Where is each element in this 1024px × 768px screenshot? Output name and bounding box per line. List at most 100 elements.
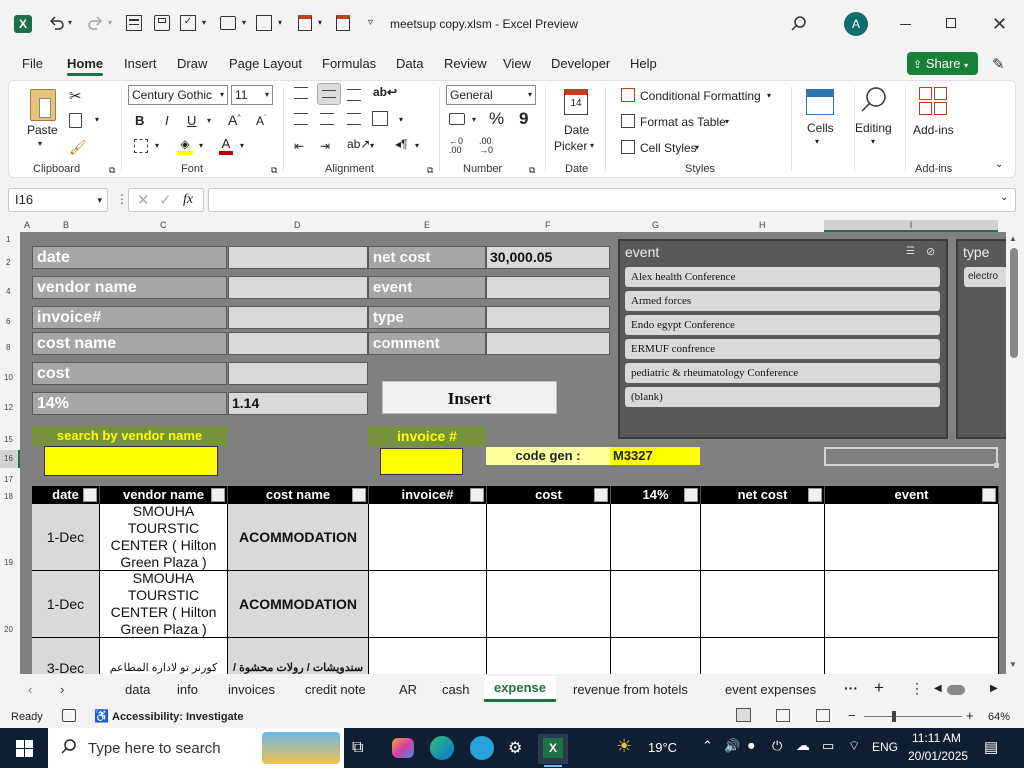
tab-formulas[interactable]: Formulas xyxy=(322,56,376,71)
calendar-icon[interactable] xyxy=(298,15,312,31)
accessibility-icon[interactable]: ♿ xyxy=(94,709,109,723)
paste-dropdown-icon[interactable]: ▾ xyxy=(38,139,42,148)
zoom-slider-thumb[interactable] xyxy=(892,711,896,722)
slicer-item[interactable]: pediatric & rheumatology Conference xyxy=(625,363,940,383)
decrease-font-icon[interactable]: Aˇ xyxy=(256,114,266,128)
event-slicer[interactable]: event ☰ ⊘ Alex health Conference Armed f… xyxy=(618,239,948,439)
normal-view-icon[interactable] xyxy=(736,708,751,722)
clear-filter-icon[interactable]: ⊘ xyxy=(926,245,935,258)
horizontal-scrollbar-thumb[interactable] xyxy=(947,685,965,695)
cells-icon[interactable] xyxy=(806,89,834,115)
edge-icon[interactable] xyxy=(430,736,454,760)
filter-dropdown-icon[interactable] xyxy=(352,488,366,502)
date-picker-label-1[interactable]: Date xyxy=(564,123,589,137)
cloud-icon[interactable]: ☁ xyxy=(796,737,810,754)
increase-indent-icon[interactable]: ⇥ xyxy=(320,139,330,153)
filter-dropdown-icon[interactable] xyxy=(211,488,225,502)
sheet-tab-data[interactable]: data xyxy=(125,682,150,697)
conditional-formatting-dropdown-icon[interactable]: ▾ xyxy=(767,91,771,100)
shape-icon[interactable] xyxy=(256,15,272,31)
column-header[interactable]: F xyxy=(545,220,551,230)
increase-font-icon[interactable]: A^ xyxy=(228,112,241,128)
alignment-launcher-icon[interactable]: ⧉ xyxy=(427,165,433,176)
table-cell-vendor[interactable]: SMOUHA TOURSTIC CENTER ( Hilton Green Pl… xyxy=(100,571,228,638)
clock-time[interactable]: 11:11 AM xyxy=(912,731,961,745)
column-header[interactable]: D xyxy=(294,220,301,230)
paste-icon[interactable] xyxy=(30,89,56,121)
user-avatar[interactable]: A xyxy=(844,12,868,36)
column-header-selected[interactable]: I xyxy=(824,220,998,232)
currency-icon[interactable] xyxy=(449,113,465,125)
comma-style-icon[interactable]: 9 xyxy=(519,109,528,129)
page-break-view-icon[interactable] xyxy=(816,709,830,722)
orientation-icon[interactable]: ab↗ xyxy=(347,137,370,151)
table-cell-date[interactable]: 1-Dec xyxy=(32,571,100,638)
scroll-up-icon[interactable]: ▲ xyxy=(1009,234,1017,243)
merge-center-icon[interactable] xyxy=(372,111,388,126)
camera-icon[interactable] xyxy=(220,16,236,30)
column-header[interactable]: A xyxy=(24,220,30,230)
font-size-select[interactable]: 11 ▾ xyxy=(231,85,273,105)
filter-dropdown-icon[interactable] xyxy=(684,488,698,502)
scrollbar-thumb[interactable] xyxy=(1010,248,1018,358)
cost-name-input[interactable] xyxy=(228,332,368,355)
paste-label[interactable]: Paste xyxy=(27,123,58,137)
minimize-button[interactable] xyxy=(900,24,911,25)
zoom-slider[interactable] xyxy=(864,711,962,722)
date-picker-calendar-icon[interactable]: 14 xyxy=(564,89,588,115)
table-cell-cost[interactable] xyxy=(487,504,611,571)
fill-handle[interactable] xyxy=(994,463,999,468)
align-middle-icon[interactable] xyxy=(317,83,341,105)
task-view-icon[interactable]: ⧉ xyxy=(352,739,363,757)
sheet-tab-expense-active[interactable]: expense xyxy=(484,676,556,702)
vertical-scrollbar[interactable]: ▲ ▼ xyxy=(1006,232,1022,674)
table-cell-vendor[interactable]: SMOUHA TOURSTIC CENTER ( Hilton Green Pl… xyxy=(100,504,228,571)
clock-date[interactable]: 20/01/2025 xyxy=(908,749,968,763)
format-as-table-icon[interactable] xyxy=(621,114,635,128)
editing-button[interactable]: Editing xyxy=(855,121,892,135)
sheet-tab-invoices[interactable]: invoices xyxy=(228,682,275,697)
row-header[interactable]: 17 xyxy=(4,475,13,484)
scroll-down-icon[interactable]: ▼ xyxy=(1009,660,1017,669)
italic-button[interactable]: I xyxy=(165,113,169,128)
table-cell-invoice[interactable] xyxy=(369,571,487,638)
table-cell-vat[interactable] xyxy=(611,638,701,674)
formula-input[interactable] xyxy=(208,188,1016,212)
type-input[interactable] xyxy=(486,306,610,329)
tab-draw[interactable]: Draw xyxy=(177,56,207,71)
tab-scroll-left-icon[interactable]: ‹ xyxy=(28,682,32,697)
table-header-vat[interactable]: 14% xyxy=(611,486,701,504)
restore-button[interactable] xyxy=(946,18,956,28)
currency-dropdown-icon[interactable]: ▾ xyxy=(472,115,476,124)
borders-icon[interactable] xyxy=(134,139,148,153)
excel-taskbar-icon[interactable]: X xyxy=(538,734,568,764)
row-header[interactable]: 18 xyxy=(4,492,13,501)
name-box[interactable]: I16 ▾ xyxy=(8,188,108,212)
zoom-out-icon[interactable]: − xyxy=(848,708,856,723)
format-as-table-button[interactable]: Format as Table xyxy=(640,115,726,129)
tab-options-icon[interactable]: ⋮ xyxy=(910,680,924,697)
decrease-indent-icon[interactable]: ⇤ xyxy=(294,139,304,153)
add-ins-button[interactable]: Add-ins xyxy=(913,123,954,137)
tab-developer[interactable]: Developer xyxy=(551,56,610,71)
underline-dropdown-icon[interactable]: ▾ xyxy=(207,116,211,125)
align-left-icon[interactable] xyxy=(294,113,308,125)
table-cell-vendor[interactable]: كورنر تو لاداره المطاعم xyxy=(100,638,228,674)
row-header[interactable]: 4 xyxy=(6,287,10,296)
editing-search-icon[interactable] xyxy=(859,85,889,115)
filter-dropdown-icon[interactable] xyxy=(982,488,996,502)
sheet-tab-info[interactable]: info xyxy=(177,682,198,697)
table-cell-event[interactable] xyxy=(825,571,999,638)
row-header[interactable]: 10 xyxy=(4,373,13,382)
table-cell-event[interactable] xyxy=(825,504,999,571)
font-name-select[interactable]: Century Gothic ▾ xyxy=(128,85,228,105)
sheet-tab-event-expenses[interactable]: event expenses xyxy=(725,682,816,697)
zoom-in-icon[interactable]: + xyxy=(966,708,974,723)
telegram-icon[interactable] xyxy=(470,736,494,760)
conditional-formatting-button[interactable]: Conditional Formatting xyxy=(640,89,761,103)
row-header[interactable]: 20 xyxy=(4,625,13,634)
table-cell-date[interactable]: 1-Dec xyxy=(32,504,100,571)
clipboard-launcher-icon[interactable]: ⧉ xyxy=(109,165,115,176)
filter-dropdown-icon[interactable] xyxy=(594,488,608,502)
copy-icon[interactable] xyxy=(69,113,82,128)
